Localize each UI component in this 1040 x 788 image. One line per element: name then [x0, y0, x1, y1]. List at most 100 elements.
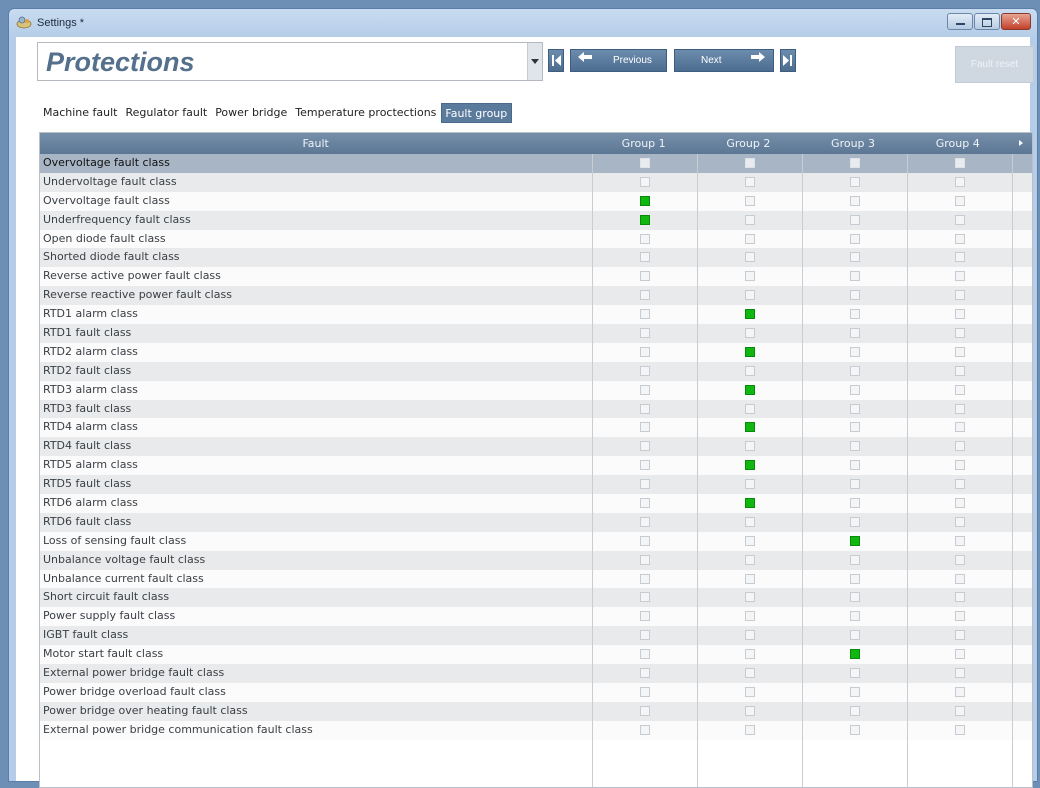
- group-3-checkbox[interactable]: [850, 573, 860, 584]
- group-2-checkbox[interactable]: [745, 346, 755, 357]
- table-row[interactable]: Short circuit fault class: [40, 588, 1032, 608]
- group-3-checkbox[interactable]: [850, 498, 860, 509]
- group-3-checkbox[interactable]: [850, 328, 860, 339]
- table-row[interactable]: RTD5 fault class: [40, 475, 1032, 495]
- group-3-checkbox[interactable]: [850, 535, 860, 546]
- tab-temperature-proctections[interactable]: Temperature proctections: [292, 103, 440, 123]
- group-3-checkbox[interactable]: [850, 158, 860, 168]
- column-header-group-3[interactable]: Group 3: [801, 133, 906, 154]
- group-4-checkbox[interactable]: [955, 158, 965, 168]
- group-4-checkbox[interactable]: [955, 573, 965, 584]
- group-1-checkbox[interactable]: [640, 365, 650, 376]
- group-2-checkbox[interactable]: [745, 384, 755, 395]
- group-2-checkbox[interactable]: [745, 479, 755, 490]
- title-bar[interactable]: Settings * ✕: [9, 9, 1037, 37]
- group-4-checkbox[interactable]: [955, 686, 965, 697]
- table-row[interactable]: Loss of sensing fault class: [40, 531, 1032, 551]
- group-3-checkbox[interactable]: [850, 630, 860, 641]
- group-2-checkbox[interactable]: [745, 535, 755, 546]
- group-3-checkbox[interactable]: [850, 195, 860, 206]
- group-3-checkbox[interactable]: [850, 516, 860, 527]
- group-2-checkbox[interactable]: [745, 668, 755, 679]
- group-1-checkbox[interactable]: [640, 290, 650, 301]
- group-1-checkbox[interactable]: [640, 460, 650, 471]
- table-row[interactable]: RTD1 alarm class: [40, 305, 1032, 325]
- group-1-checkbox[interactable]: [640, 630, 650, 641]
- group-1-checkbox[interactable]: [640, 233, 650, 244]
- group-3-checkbox[interactable]: [850, 705, 860, 716]
- table-row[interactable]: Underfrequency fault class: [40, 210, 1032, 230]
- group-4-checkbox[interactable]: [955, 535, 965, 546]
- table-row[interactable]: RTD6 alarm class: [40, 494, 1032, 513]
- group-2-checkbox[interactable]: [745, 176, 755, 187]
- table-row[interactable]: IGBT fault class: [40, 626, 1032, 646]
- group-1-checkbox[interactable]: [640, 649, 650, 660]
- table-row[interactable]: Reverse reactive power fault class: [40, 286, 1032, 306]
- group-4-checkbox[interactable]: [955, 630, 965, 641]
- group-3-checkbox[interactable]: [850, 441, 860, 452]
- group-3-checkbox[interactable]: [850, 271, 860, 282]
- group-1-checkbox[interactable]: [640, 611, 650, 622]
- group-1-checkbox[interactable]: [640, 252, 650, 263]
- group-4-checkbox[interactable]: [955, 346, 965, 357]
- group-4-checkbox[interactable]: [955, 271, 965, 282]
- table-row[interactable]: RTD2 alarm class: [40, 342, 1032, 362]
- group-2-checkbox[interactable]: [745, 158, 755, 168]
- group-2-checkbox[interactable]: [745, 441, 755, 452]
- table-row[interactable]: RTD4 fault class: [40, 437, 1032, 457]
- group-2-checkbox[interactable]: [745, 309, 755, 320]
- table-row[interactable]: RTD4 alarm class: [40, 418, 1032, 438]
- group-2-checkbox[interactable]: [745, 554, 755, 565]
- group-1-checkbox[interactable]: [640, 328, 650, 339]
- group-1-checkbox[interactable]: [640, 705, 650, 716]
- group-4-checkbox[interactable]: [955, 498, 965, 509]
- group-4-checkbox[interactable]: [955, 516, 965, 527]
- group-4-checkbox[interactable]: [955, 592, 965, 603]
- group-2-checkbox[interactable]: [745, 271, 755, 282]
- group-4-checkbox[interactable]: [955, 176, 965, 187]
- column-header-group-4[interactable]: Group 4: [905, 133, 1010, 154]
- group-4-checkbox[interactable]: [955, 611, 965, 622]
- column-header-group-1[interactable]: Group 1: [591, 133, 696, 154]
- group-2-checkbox[interactable]: [745, 630, 755, 641]
- group-4-checkbox[interactable]: [955, 668, 965, 679]
- group-4-checkbox[interactable]: [955, 554, 965, 565]
- group-3-checkbox[interactable]: [850, 611, 860, 622]
- group-1-checkbox[interactable]: [640, 686, 650, 697]
- page-selector[interactable]: Protections: [37, 42, 543, 81]
- table-row[interactable]: Shorted diode fault class: [40, 248, 1032, 268]
- previous-button[interactable]: Previous: [570, 49, 667, 72]
- group-4-checkbox[interactable]: [955, 365, 965, 376]
- group-3-checkbox[interactable]: [850, 686, 860, 697]
- group-3-checkbox[interactable]: [850, 252, 860, 263]
- maximize-button[interactable]: [974, 13, 1000, 30]
- group-4-checkbox[interactable]: [955, 479, 965, 490]
- column-header-group-2[interactable]: Group 2: [696, 133, 801, 154]
- group-2-checkbox[interactable]: [745, 233, 755, 244]
- group-3-checkbox[interactable]: [850, 176, 860, 187]
- table-row[interactable]: RTD3 alarm class: [40, 380, 1032, 400]
- group-3-checkbox[interactable]: [850, 290, 860, 301]
- table-row[interactable]: Undervoltage fault class: [40, 172, 1032, 192]
- chevron-down-icon[interactable]: [527, 43, 542, 80]
- group-3-checkbox[interactable]: [850, 479, 860, 490]
- group-2-checkbox[interactable]: [745, 252, 755, 263]
- group-4-checkbox[interactable]: [955, 195, 965, 206]
- group-1-checkbox[interactable]: [640, 384, 650, 395]
- group-1-checkbox[interactable]: [640, 403, 650, 414]
- table-row[interactable]: RTD6 fault class: [40, 512, 1032, 532]
- group-1-checkbox[interactable]: [640, 309, 650, 320]
- table-row[interactable]: Open diode fault class: [40, 229, 1032, 249]
- group-2-checkbox[interactable]: [745, 686, 755, 697]
- group-3-checkbox[interactable]: [850, 668, 860, 679]
- group-2-checkbox[interactable]: [745, 516, 755, 527]
- group-2-checkbox[interactable]: [745, 214, 755, 225]
- tab-regulator-fault[interactable]: Regulator fault: [123, 103, 212, 123]
- group-4-checkbox[interactable]: [955, 384, 965, 395]
- group-1-checkbox[interactable]: [640, 271, 650, 282]
- group-2-checkbox[interactable]: [745, 611, 755, 622]
- table-row[interactable]: Power supply fault class: [40, 607, 1032, 627]
- group-2-checkbox[interactable]: [745, 573, 755, 584]
- group-2-checkbox[interactable]: [745, 365, 755, 376]
- first-page-button[interactable]: [548, 49, 564, 72]
